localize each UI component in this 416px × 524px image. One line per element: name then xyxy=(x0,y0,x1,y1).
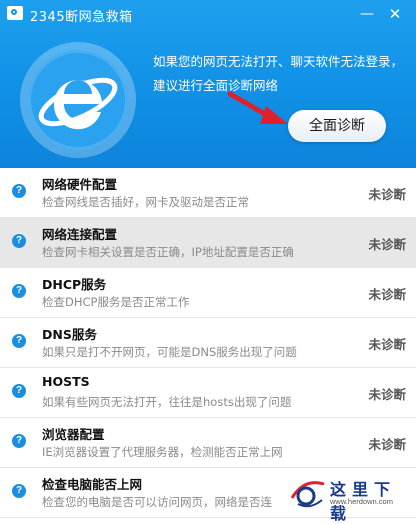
app-logo-icon xyxy=(7,6,23,20)
item-desc: 检查DHCP服务是否正常工作 xyxy=(42,295,190,309)
help-icon[interactable]: ? xyxy=(12,384,26,398)
ie-logo-ring xyxy=(20,42,136,158)
red-arrow-icon xyxy=(228,91,288,124)
minimize-button[interactable]: — xyxy=(356,4,378,24)
list-item-browser[interactable]: ? 浏览器配置 IE浏览器设置了代理服务器，检测能否正常上网 未诊断 xyxy=(0,418,416,468)
item-desc: 检查您的电脑是否可以访问网页，网络是否连 xyxy=(42,495,272,509)
item-title: HOSTS xyxy=(42,374,90,389)
close-button[interactable]: ✕ xyxy=(384,4,406,24)
list-item-hardware[interactable]: ? 网络硬件配置 检查网线是否插好，网卡及驱动是否正常 未诊断 xyxy=(0,168,416,218)
full-diagnose-button[interactable]: 全面诊断 xyxy=(288,110,386,142)
watermark: 这里下载 www.herdown.com xyxy=(286,472,416,523)
item-status: 未诊断 xyxy=(368,187,406,202)
title-bar: 2345断网急救箱 — ✕ xyxy=(0,0,416,28)
item-status: 未诊断 xyxy=(368,387,406,402)
list-item-dhcp[interactable]: ? DHCP服务 检查DHCP服务是否正常工作 未诊断 xyxy=(0,268,416,318)
item-title: DHCP服务 xyxy=(42,277,107,292)
item-title: 网络连接配置 xyxy=(42,227,118,242)
item-title: DNS服务 xyxy=(42,327,97,342)
item-desc: 如果有些网页无法打开，往往是hosts出现了问题 xyxy=(42,395,292,409)
item-desc: 检查网线是否插好，网卡及驱动是否正常 xyxy=(42,195,249,209)
item-status: 未诊断 xyxy=(368,287,406,302)
help-icon[interactable]: ? xyxy=(12,184,26,198)
item-desc: 如果只是打不开网页，可能是DNS服务出现了问题 xyxy=(42,345,297,359)
diagnosis-list: ? 网络硬件配置 检查网线是否插好，网卡及驱动是否正常 未诊断 ? 网络连接配置… xyxy=(0,168,416,518)
item-status: 未诊断 xyxy=(368,337,406,352)
advice-line-1: 如果您的网页无法打开、聊天软件无法登录， xyxy=(153,54,404,69)
item-status: 未诊断 xyxy=(368,437,406,452)
item-status: 未诊断 xyxy=(368,237,406,252)
header-panel: 2345断网急救箱 — ✕ 如果您的网页无法打开、聊天软件无法登录， 建议进行全… xyxy=(0,0,416,168)
item-desc: 检查网卡相关设置是否正确，IP地址配置是否正确 xyxy=(42,245,294,259)
list-item-hosts[interactable]: ? HOSTS 如果有些网页无法打开，往往是hosts出现了问题 未诊断 xyxy=(0,368,416,418)
ie-browser-icon xyxy=(28,50,128,150)
watermark-logo-icon xyxy=(290,481,325,508)
item-title: 网络硬件配置 xyxy=(42,177,118,192)
help-icon[interactable]: ? xyxy=(12,234,26,248)
item-title: 检查电脑能否上网 xyxy=(42,477,143,492)
help-icon[interactable]: ? xyxy=(12,484,26,498)
help-icon[interactable]: ? xyxy=(12,434,26,448)
help-icon[interactable]: ? xyxy=(12,284,26,298)
help-icon[interactable]: ? xyxy=(12,334,26,348)
item-title: 浏览器配置 xyxy=(42,427,105,442)
watermark-url: www.herdown.com xyxy=(330,497,393,506)
list-item-connection[interactable]: ? 网络连接配置 检查网卡相关设置是否正确，IP地址配置是否正确 未诊断 xyxy=(0,218,416,268)
item-desc: IE浏览器设置了代理服务器，检测能否正常上网 xyxy=(42,445,283,459)
list-item-dns[interactable]: ? DNS服务 如果只是打不开网页，可能是DNS服务出现了问题 未诊断 xyxy=(0,318,416,368)
window-title: 2345断网急救箱 xyxy=(30,10,133,25)
